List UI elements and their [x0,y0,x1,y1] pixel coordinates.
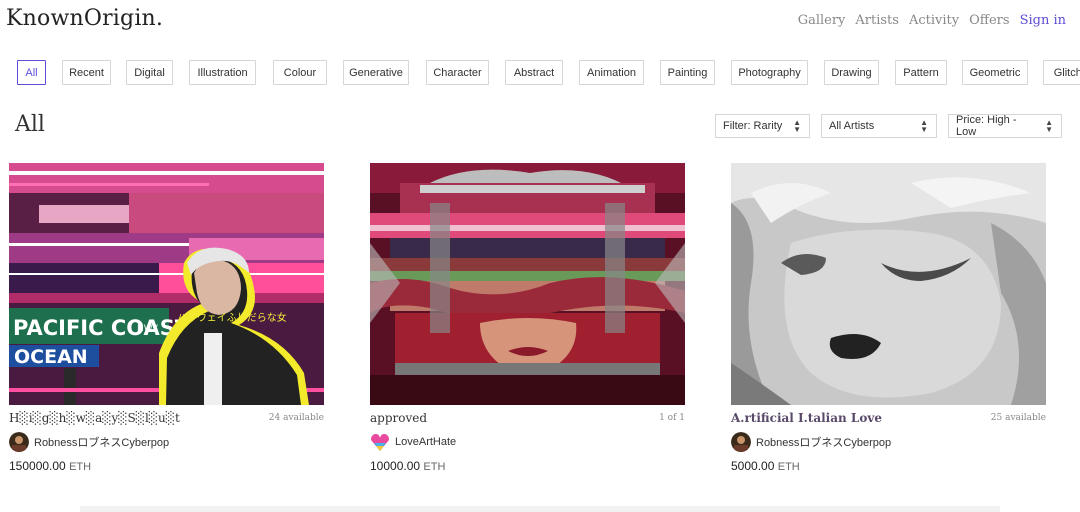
nav-activity[interactable]: Activity [909,13,959,28]
availability-label: 25 available [990,413,1046,423]
category-all[interactable]: All [17,60,46,85]
select-arrows-icon: ▲ ▼ [793,118,801,134]
artwork-title[interactable]: A.rtificial I.talian Love [731,411,882,425]
card-meta: approved 1 of 1 [370,405,685,431]
rarity-filter-value: Filter: Rarity [723,120,783,132]
rarity-filter-select[interactable]: Filter: Rarity ▲ ▼ [715,114,810,138]
category-pattern[interactable]: Pattern [895,60,947,85]
sign-sub-text: HWY [137,324,159,334]
price-label: 5000.00 ETH [731,459,1046,473]
category-glitchy[interactable]: Glitchy [1043,60,1080,85]
artwork-title[interactable]: H░i░g░h░w░a░y░S░l░u░t [9,411,180,425]
nav-offers[interactable]: Offers [969,13,1009,28]
price-sort-select[interactable]: Price: High - Low ▲ ▼ [948,114,1062,138]
price-currency: ETH [777,461,800,473]
price-label: 150000.00 ETH [9,459,324,473]
logo[interactable]: KnownOrigin. [6,6,163,31]
category-geometric[interactable]: Geometric [962,60,1028,85]
category-recent[interactable]: Recent [62,60,111,85]
artist-row[interactable]: RobnessロブネスCyberpop [731,431,1046,453]
artist-name[interactable]: LoveArtHate [395,436,456,448]
artwork-card[interactable]: A.rtificial I.talian Love 25 available R… [731,163,1046,473]
category-colour[interactable]: Colour [273,60,327,85]
select-arrows-icon: ▲ ▼ [1045,118,1053,134]
category-animation[interactable]: Animation [579,60,644,85]
nav-artists[interactable]: Artists [855,13,899,28]
availability-label: 1 of 1 [659,413,685,423]
artists-filter-value: All Artists [829,120,875,132]
category-painting[interactable]: Painting [660,60,715,85]
price-value: 5000.00 [731,459,775,473]
filters-bar: Filter: Rarity ▲ ▼ All Artists ▲ ▼ Price: … [715,114,1062,138]
artwork-card[interactable]: approved 1 of 1 LoveArtHate 10000.00 ETH [370,163,685,473]
select-arrows-icon: ▲ ▼ [920,118,928,134]
header: KnownOrigin. Gallery Artists Activity Of… [0,0,1080,44]
price-currency: ETH [423,461,446,473]
artist-avatar[interactable] [370,432,390,452]
artwork-card[interactable]: PACIFIC COAST HWY OCEAN ハイウェイふしだらな女 H░i░… [9,163,324,473]
price-value: 10000.00 [370,459,421,473]
card-meta: H░i░g░h░w░a░y░S░l░u░t 24 available [9,405,324,431]
artists-filter-select[interactable]: All Artists ▲ ▼ [821,114,937,138]
artist-avatar[interactable] [9,432,29,452]
artist-name[interactable]: RobnessロブネスCyberpop [34,434,169,450]
price-value: 150000.00 [9,459,66,473]
card-meta: A.rtificial I.talian Love 25 available [731,405,1046,431]
availability-label: 24 available [268,413,324,423]
japanese-text: ハイウェイふしだらな女 [177,311,287,324]
price-label: 10000.00 ETH [370,459,685,473]
artist-avatar[interactable] [731,432,751,452]
artwork-image[interactable]: PACIFIC COAST HWY OCEAN ハイウェイふしだらな女 [9,163,324,405]
sign-in-link[interactable]: Sign in [1020,13,1066,28]
category-digital[interactable]: Digital [126,60,173,85]
sign-text: PACIFIC COAST [13,316,190,340]
artwork-image[interactable] [370,163,685,405]
category-generative[interactable]: Generative [343,60,409,85]
price-currency: ETH [69,461,92,473]
page-title: All [15,112,45,137]
sign2-text: OCEAN [14,346,88,368]
artwork-title[interactable]: approved [370,411,427,425]
artwork-image[interactable] [731,163,1046,405]
category-abstract[interactable]: Abstract [505,60,563,85]
category-filter-bar: All Recent Digital Illustration Colour G… [17,60,1080,85]
category-illustration[interactable]: Illustration [189,60,256,85]
footer-divider [80,506,1000,512]
category-photography[interactable]: Photography [731,60,808,85]
artist-row[interactable]: LoveArtHate [370,431,685,453]
price-sort-value: Price: High - Low [956,114,1017,138]
artist-row[interactable]: RobnessロブネスCyberpop [9,431,324,453]
category-character[interactable]: Character [426,60,489,85]
category-drawing[interactable]: Drawing [824,60,879,85]
top-nav: Gallery Artists Activity Offers Sign in [798,13,1066,28]
artist-name[interactable]: RobnessロブネスCyberpop [756,434,891,450]
nav-gallery[interactable]: Gallery [798,13,846,28]
